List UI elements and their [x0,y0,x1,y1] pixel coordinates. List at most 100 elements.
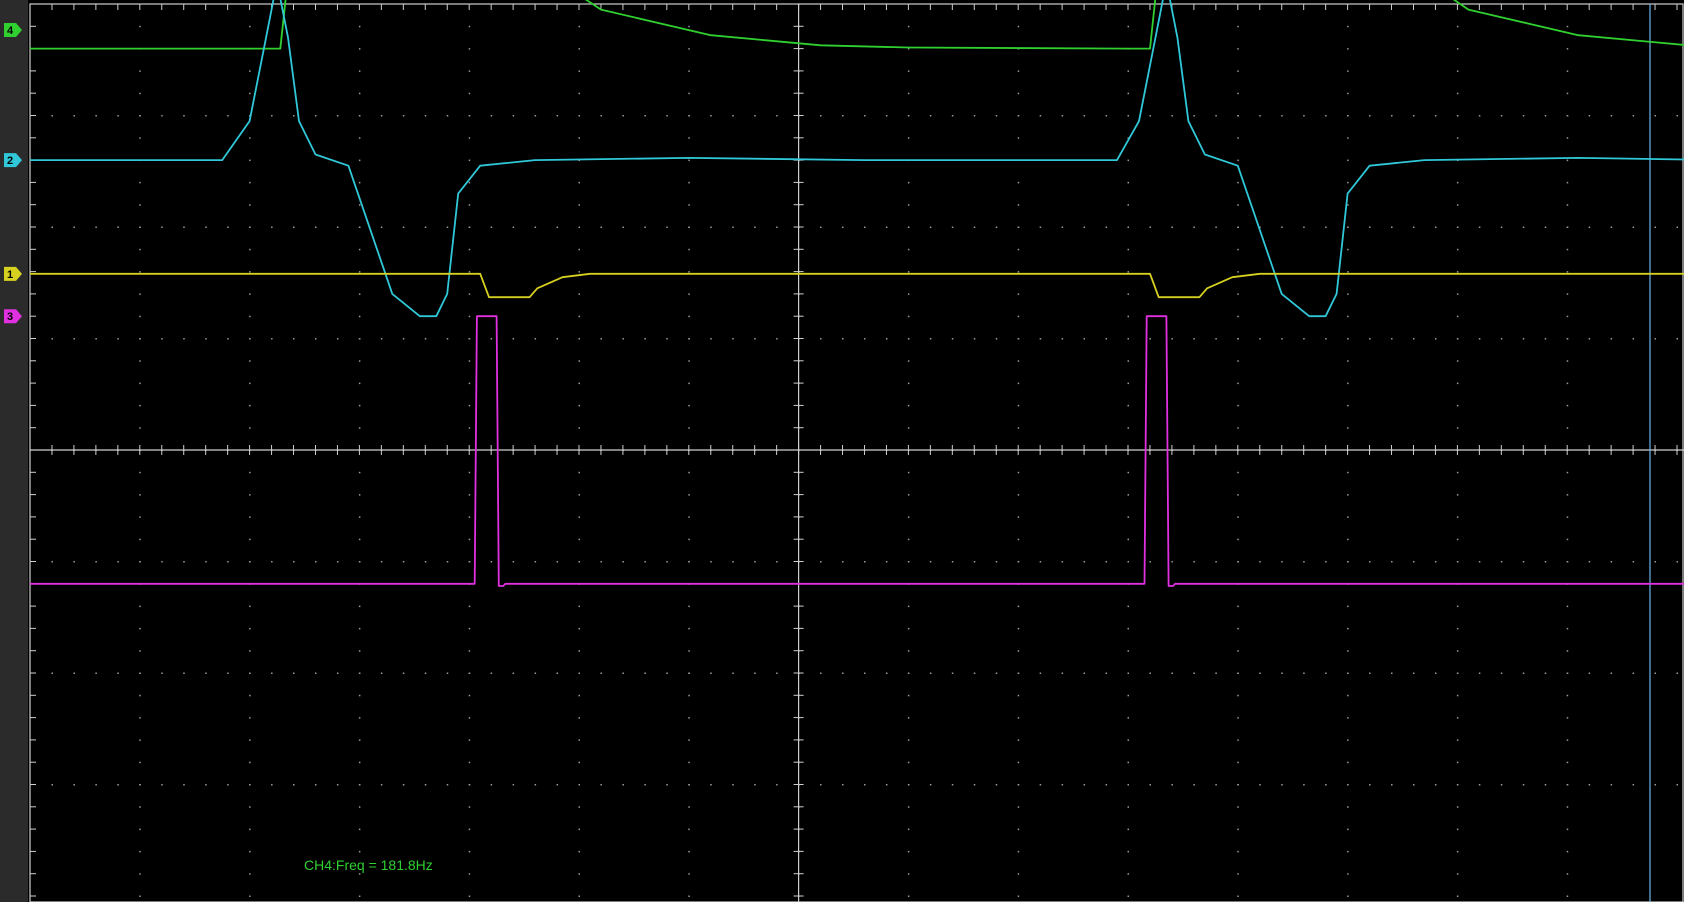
grid-dot [1083,338,1086,340]
grid-dot [600,672,602,674]
grid-dot [732,338,734,340]
grid-dot [688,850,690,853]
grid-dot [358,672,361,674]
grid-dot [1237,828,1239,831]
grid-dot [358,538,361,541]
grid-dot [1500,561,1503,563]
grid-dot [1127,516,1129,518]
grid-dot [1456,360,1459,362]
grid-dot [183,784,185,786]
grid-dot [73,672,75,674]
grid-dot [358,25,361,28]
grid-dot [314,338,317,340]
grid-dot [1347,92,1349,95]
grid-dot [578,694,580,697]
grid-dot [51,784,53,786]
grid-dot [73,338,75,340]
grid-dot [1478,226,1481,228]
grid-dot [51,115,53,117]
grid-dot [688,25,690,28]
grid-dot [1347,404,1349,407]
grid-dot [1017,717,1020,719]
grid-dot [1632,226,1635,228]
grid-dot [1127,204,1129,206]
grid-dot [249,137,251,139]
grid-dot [1654,561,1657,563]
grid-dot [885,338,888,340]
grid-dot [1017,404,1020,407]
grid-dot [732,561,734,563]
grid-dot [1325,784,1327,786]
grid-dot [446,115,449,117]
grid-dot [73,115,75,117]
grid-dot [490,561,493,563]
grid-dot [1566,672,1569,674]
grid-dot [1017,873,1020,875]
grid-dot [358,806,361,808]
grid-dot [205,672,207,674]
grid-dot [600,115,602,117]
grid-dot [512,672,515,674]
grid-dot [293,115,295,117]
grid-dot [293,784,295,786]
grid-dot [951,226,954,228]
grid-dot [1237,25,1239,28]
grid-dot [249,204,251,206]
grid-dot [1347,338,1349,340]
grid-dot [578,382,580,385]
grid-dot [446,561,449,563]
grid-dot [600,784,602,786]
grid-dot [1456,471,1459,474]
grid-dot [1632,561,1635,563]
grid-dot [1127,338,1129,340]
channel-4-marker[interactable]: 4 [4,23,22,37]
grid-dot [1347,471,1349,474]
grid-dot [644,561,646,563]
grid-dot [907,382,910,385]
grid-dot [1017,25,1020,28]
grid-dot [1105,784,1108,786]
grid-dot [1456,226,1459,228]
grid-dot [1434,561,1437,563]
grid-dot [644,784,646,786]
grid-dot [271,784,273,786]
grid-dot [1478,672,1481,674]
channel-1-marker[interactable]: 1 [4,266,22,281]
grid-dot [578,271,580,273]
grid-dot [1127,694,1129,697]
grid-dot [1017,226,1020,228]
grid-dot [249,92,251,95]
grid-dot [249,650,251,652]
grid-dot [1171,115,1173,117]
grid-dot [358,627,361,630]
grid-dot [556,672,559,674]
grid-dot [468,739,471,741]
grid-dot [1017,694,1020,697]
grid-dot [1456,538,1459,541]
grid-dot [907,806,910,808]
channel-3-marker[interactable]: 3 [4,309,22,324]
grid-dot [1347,494,1349,496]
grid-dot [1127,92,1129,95]
grid-dot [161,338,163,340]
grid-dot [1149,338,1151,340]
grid-dot [1149,115,1151,117]
grid-dot [1347,627,1349,630]
grid-dot [468,672,471,674]
grid-dot [117,672,119,674]
grid-dot [1566,895,1569,897]
grid-dot [1215,115,1217,117]
channel-2-marker[interactable]: 2 [4,153,22,168]
grid-dot [358,739,361,741]
grid-dot [139,137,141,139]
grid-dot [358,561,361,563]
grid-dot [1391,561,1393,563]
grid-dot [249,494,251,496]
grid-dot [139,338,141,340]
grid-dot [1456,271,1459,273]
grid-dot [1676,561,1678,563]
grid-dot [1456,92,1459,95]
grid-dot [534,226,537,228]
grid-dot [358,873,361,875]
grid-dot [402,672,405,674]
